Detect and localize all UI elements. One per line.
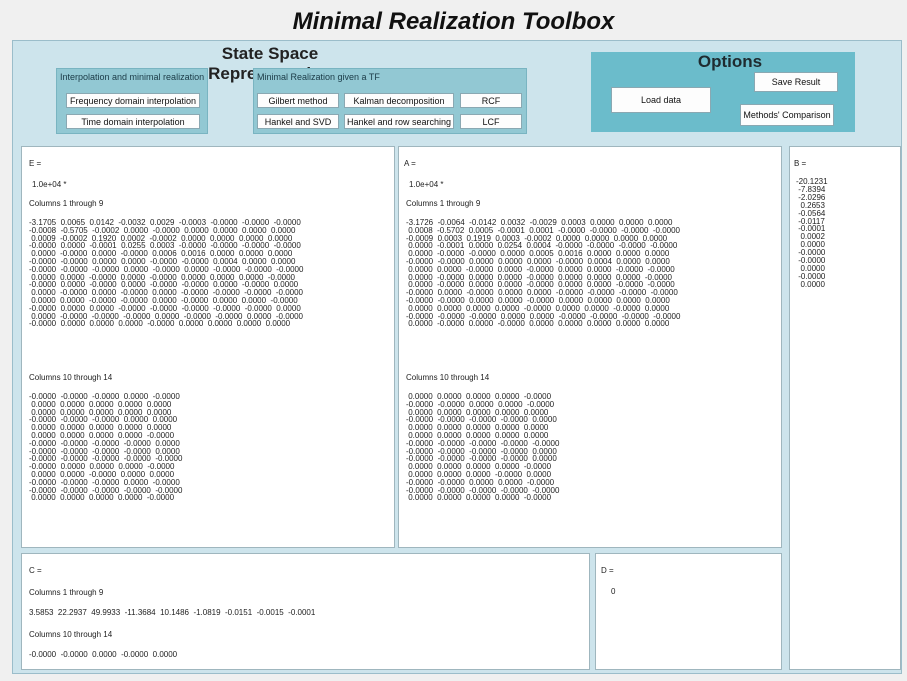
interpolation-label: Interpolation and minimal realization <box>60 72 205 82</box>
matrix-b-pane[interactable]: B = -20.1231 -7.8394 -2.0296 0.2653 -0.0… <box>789 146 901 670</box>
time-domain-interpolation-button[interactable]: Time domain interpolation <box>66 114 200 129</box>
matrix-c-row-2: -0.0000 -0.0000 0.0000 -0.0000 0.0000 <box>29 650 178 659</box>
save-result-button[interactable]: Save Result <box>754 72 838 92</box>
tf-realization-label: Minimal Realization given a TF <box>257 72 380 82</box>
matrix-d-pane[interactable]: D = 0 <box>595 553 782 670</box>
matrix-a-scale: 1.0e+04 * <box>409 180 444 189</box>
matrix-d-value: 0 <box>611 587 616 596</box>
options-title: Options <box>697 52 763 71</box>
rcf-button[interactable]: RCF <box>460 93 522 108</box>
matrix-e-columns-1-9-label: Columns 1 through 9 <box>29 199 104 208</box>
frequency-domain-interpolation-button[interactable]: Frequency domain interpolation <box>66 93 200 108</box>
matrix-e-label: E = <box>29 159 42 168</box>
matrix-a-columns-10-14-label: Columns 10 through 14 <box>406 373 490 382</box>
app-title: Minimal Realization Toolbox <box>292 8 615 35</box>
matrix-a-columns-1-9-label: Columns 1 through 9 <box>406 199 481 208</box>
gilbert-method-button[interactable]: Gilbert method <box>257 93 339 108</box>
methods-comparison-button[interactable]: Methods' Comparison <box>740 104 834 126</box>
matrix-b-values: -20.1231 -7.8394 -2.0296 0.2653 -0.0564 … <box>796 177 828 289</box>
matrix-e-pane[interactable]: E = 1.0e+04 * Columns 1 through 9 -3.170… <box>21 146 395 548</box>
matrix-a-block-1: -3.1726 -0.0064 -0.0142 0.0032 -0.0029 0… <box>406 218 681 329</box>
matrix-c-columns-10-14-label: Columns 10 through 14 <box>29 630 113 639</box>
matrix-e-block-2: -0.0000 -0.0000 -0.0000 0.0000 -0.0000 0… <box>29 392 183 503</box>
kalman-decomposition-button[interactable]: Kalman decomposition <box>344 93 454 108</box>
matrix-c-row-1: 3.5853 22.2937 49.9933 -11.3684 10.1486 … <box>29 608 316 617</box>
matrix-c-label: C = <box>29 566 42 575</box>
matrix-c-pane[interactable]: C = Columns 1 through 9 3.5853 22.2937 4… <box>21 553 590 670</box>
matrix-b-label: B = <box>794 159 807 168</box>
matrix-a-block-2: 0.0000 0.0000 0.0000 0.0000 -0.0000 -0.0… <box>406 392 560 503</box>
hankel-row-searching-button[interactable]: Hankel and row searching <box>344 114 454 129</box>
load-data-button[interactable]: Load data <box>611 87 711 113</box>
matrix-e-columns-10-14-label: Columns 10 through 14 <box>29 373 113 382</box>
matrix-a-label: A = <box>404 159 416 168</box>
matrix-a-pane[interactable]: A = 1.0e+04 * Columns 1 through 9 -3.172… <box>398 146 782 548</box>
matrix-e-scale: 1.0e+04 * <box>32 180 67 189</box>
matrix-e-block-1: -3.1705 0.0065 0.0142 -0.0032 0.0029 -0.… <box>29 218 304 329</box>
lcf-button[interactable]: LCF <box>460 114 522 129</box>
hankel-svd-button[interactable]: Hankel and SVD <box>257 114 339 129</box>
matrix-c-columns-1-9-label: Columns 1 through 9 <box>29 588 104 597</box>
matrix-d-label: D = <box>601 566 614 575</box>
